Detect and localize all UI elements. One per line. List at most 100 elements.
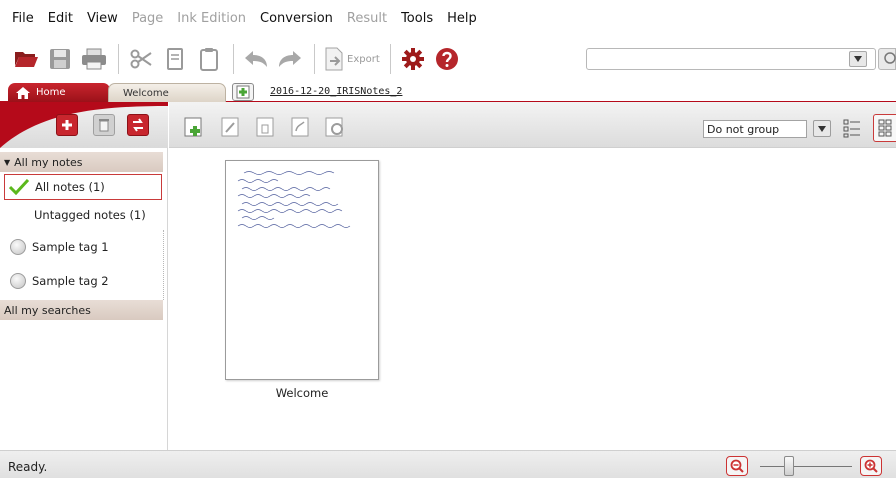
new-note-button[interactable] xyxy=(183,116,205,138)
collapse-triangle-icon: ▼ xyxy=(4,157,11,167)
sidebar-item-sample-tag-2[interactable]: Sample tag 2 xyxy=(4,268,162,294)
grid-view-button[interactable] xyxy=(873,114,896,142)
search-button[interactable] xyxy=(878,48,896,70)
redo-button[interactable] xyxy=(276,44,304,74)
cut-button[interactable] xyxy=(127,44,155,74)
tag-circle-icon xyxy=(10,273,26,289)
search-combo[interactable] xyxy=(586,48,876,70)
toolbar-separator xyxy=(233,44,234,74)
sidebar-toolbar xyxy=(0,102,168,148)
search-icon xyxy=(884,52,896,64)
menu-view[interactable]: View xyxy=(87,11,118,26)
new-tab-button[interactable] xyxy=(232,83,254,101)
open-button[interactable] xyxy=(12,44,40,74)
notes-view: Do not group Welcome xyxy=(169,102,896,450)
group-by-select[interactable]: Do not group xyxy=(703,120,807,138)
undo-icon xyxy=(245,51,267,67)
all-my-searches-label: All my searches xyxy=(4,303,91,317)
delete-tag-button[interactable] xyxy=(93,114,115,136)
note-thumbnail[interactable] xyxy=(225,160,379,380)
refresh-icon xyxy=(133,118,143,132)
paste-icon xyxy=(200,48,218,71)
menu-help[interactable]: Help xyxy=(447,11,477,26)
toolbar-separator xyxy=(314,44,315,74)
list-view-icon xyxy=(843,119,860,138)
help-button[interactable] xyxy=(433,44,461,74)
notes-toolbar: Do not group xyxy=(169,102,896,148)
paste-button[interactable] xyxy=(195,44,223,74)
chevron-down-icon xyxy=(818,125,826,132)
sidebar-splitter[interactable] xyxy=(163,230,167,300)
add-tag-button[interactable] xyxy=(56,114,78,136)
all-my-notes-section[interactable]: ▼ All my notes xyxy=(0,152,163,172)
print-button[interactable] xyxy=(80,44,108,74)
group-by-dropdown-button[interactable] xyxy=(813,120,831,137)
sidebar-item-label: Sample tag 2 xyxy=(32,274,109,288)
save-button[interactable] xyxy=(46,44,74,74)
menu-result[interactable]: Result xyxy=(347,11,387,26)
menu-page[interactable]: Page xyxy=(132,11,163,26)
delete-note-button[interactable] xyxy=(254,116,276,138)
chevron-down-icon xyxy=(854,56,862,62)
sidebar-item-untagged-notes[interactable]: Untagged notes (1) xyxy=(4,202,162,228)
sidebar-item-all-notes[interactable]: All notes (1) xyxy=(4,174,162,200)
tag-circle-icon xyxy=(10,239,26,255)
toolbar-separator xyxy=(389,44,391,74)
zoom-in-button[interactable] xyxy=(860,456,882,476)
save-icon xyxy=(50,49,70,69)
search-input[interactable] xyxy=(593,51,843,67)
tab-bar: Home Welcome 2016-12-20_IRISNotes_2 xyxy=(0,80,896,102)
export-label: Export xyxy=(347,53,380,65)
zoom-in-icon xyxy=(864,459,878,473)
zoom-out-icon xyxy=(730,459,744,473)
note-title[interactable]: Welcome xyxy=(225,386,379,400)
refresh-tags-button[interactable] xyxy=(127,114,149,136)
menu-conversion[interactable]: Conversion xyxy=(260,11,333,26)
grid-view-icon xyxy=(878,119,892,137)
toolbar-separator xyxy=(118,44,119,74)
sidebar: ▼ All my notes All notes (1) Untagged no… xyxy=(0,102,168,450)
sidebar-item-label: Sample tag 1 xyxy=(32,240,109,254)
undo-button[interactable] xyxy=(242,44,270,74)
checkmark-icon xyxy=(9,179,29,195)
sidebar-item-sample-tag-1[interactable]: Sample tag 1 xyxy=(4,234,162,260)
list-view-button[interactable] xyxy=(841,116,863,140)
trash-icon xyxy=(99,119,109,132)
settings-gear-icon xyxy=(401,48,424,70)
group-by-value: Do not group xyxy=(707,122,780,136)
convert-note-button[interactable] xyxy=(324,116,346,138)
redo-icon xyxy=(279,51,301,67)
tag-note-icon xyxy=(291,117,309,137)
cut-icon xyxy=(130,49,152,69)
menu-ink-edition[interactable]: Ink Edition xyxy=(177,11,246,26)
status-text: Ready. xyxy=(8,460,48,474)
menu-tools[interactable]: Tools xyxy=(401,11,433,26)
search-dropdown-button[interactable] xyxy=(849,51,867,67)
handwritten-page-preview xyxy=(237,171,351,228)
zoom-slider-track[interactable] xyxy=(760,466,852,467)
settings-button[interactable] xyxy=(399,44,427,74)
edit-note-button[interactable] xyxy=(219,116,241,138)
help-icon xyxy=(435,48,458,70)
menu-edit[interactable]: Edit xyxy=(48,11,73,26)
tab-home[interactable]: Home xyxy=(8,83,110,102)
menu-file[interactable]: File xyxy=(12,11,34,26)
copy-button[interactable] xyxy=(161,44,189,74)
export-button[interactable]: Export xyxy=(323,44,386,74)
export-icon xyxy=(325,47,343,71)
edit-note-icon xyxy=(221,117,239,137)
all-my-notes-label: All my notes xyxy=(14,155,83,169)
copy-icon xyxy=(167,48,183,70)
main-toolbar: Export xyxy=(0,36,896,82)
zoom-slider-thumb[interactable] xyxy=(784,456,794,476)
trash-icon xyxy=(256,117,274,137)
tab-home-label: Home xyxy=(36,87,66,98)
open-folder-icon xyxy=(15,52,38,67)
all-my-searches-section[interactable]: All my searches xyxy=(0,300,163,320)
tag-note-button[interactable] xyxy=(289,116,311,138)
add-note-icon xyxy=(236,85,250,99)
zoom-out-button[interactable] xyxy=(726,456,748,476)
convert-note-icon xyxy=(325,117,343,137)
tab-document[interactable]: 2016-12-20_IRISNotes_2 xyxy=(270,86,402,97)
tab-welcome[interactable]: Welcome xyxy=(108,83,226,102)
